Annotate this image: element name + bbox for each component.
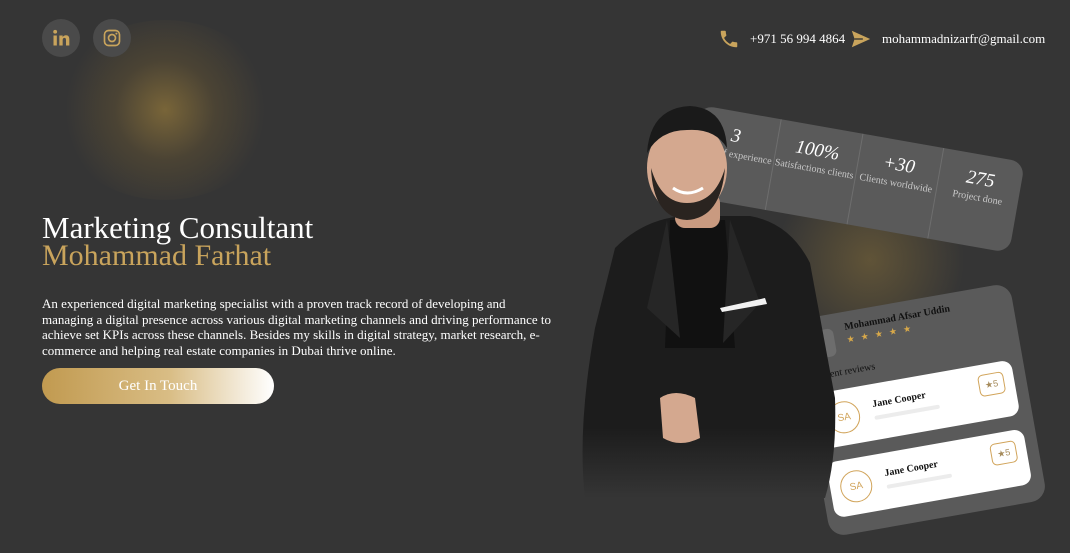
email-address: mohammadnizarfr@gmail.com <box>882 31 1046 46</box>
portrait-photo <box>582 106 836 498</box>
phone-contact[interactable]: +971 56 994 4864 <box>718 28 845 50</box>
review-name: Jane Cooper <box>871 389 927 411</box>
stat-clients: +30 Clients worldwide <box>847 133 945 239</box>
rating-badge: ★ 5 <box>976 371 1007 398</box>
person-name: Mohammad Farhat <box>42 239 272 272</box>
background-glow <box>55 20 275 200</box>
get-in-touch-button[interactable]: Get In Touch <box>42 368 274 404</box>
phone-number: +971 56 994 4864 <box>750 31 846 46</box>
stat-projects: 275 Project done <box>929 148 1025 253</box>
rating-value: 5 <box>992 378 999 389</box>
review-name: Jane Cooper <box>883 458 939 480</box>
linkedin-link[interactable] <box>42 19 80 57</box>
phone-icon <box>720 30 738 48</box>
rating-badge: ★ 5 <box>989 440 1019 467</box>
linkedin-icon <box>53 29 70 46</box>
email-contact[interactable]: mohammadnizarfr@gmail.com <box>850 28 1045 50</box>
instagram-icon <box>103 29 121 47</box>
rating-value: 5 <box>1004 447 1012 458</box>
send-icon <box>851 30 871 48</box>
bio-paragraph: An experienced digital marketing special… <box>42 296 551 358</box>
avatar: SA <box>837 467 875 505</box>
instagram-link[interactable] <box>93 19 131 57</box>
